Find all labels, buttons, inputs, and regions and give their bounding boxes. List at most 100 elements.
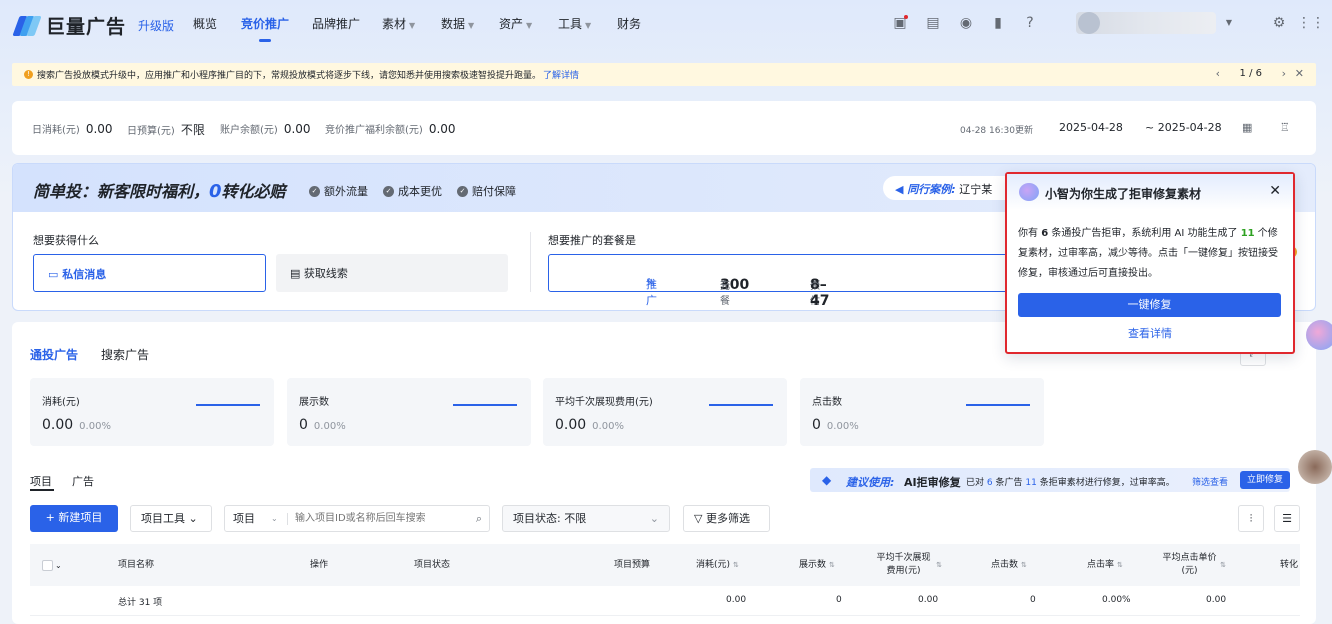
- logo-icon: [12, 15, 42, 37]
- nav-materials-label: 素材: [382, 17, 407, 31]
- nav-materials[interactable]: 素材 ▼: [382, 15, 415, 32]
- clipboard-icon[interactable]: ▤: [924, 14, 942, 32]
- service-avatar-icon[interactable]: [1298, 450, 1332, 484]
- metric-clicks[interactable]: 点击数 0 0.00%: [800, 378, 1044, 446]
- metric-cpm[interactable]: 平均千次展现费用(元) 0.00 0.00%: [543, 378, 787, 446]
- subtab-ads[interactable]: 广告: [72, 473, 94, 489]
- metric-percent: 0.00%: [592, 421, 624, 432]
- th-budget: 项目预算: [614, 559, 651, 570]
- edit-icon[interactable]: ✎: [646, 276, 655, 289]
- message-icon: ▭: [48, 268, 63, 281]
- benefit-label: 赔付保障: [472, 185, 516, 198]
- th-impressions[interactable]: 展示数 ⇅: [799, 544, 835, 586]
- help-icon[interactable]: ?: [1021, 14, 1039, 32]
- chevron-down-icon: ▼: [585, 21, 592, 30]
- robot-icon[interactable]: ♖: [1280, 121, 1290, 134]
- more-filters-button[interactable]: ▽ 更多筛选: [683, 505, 770, 532]
- new-project-button[interactable]: + 新建项目: [30, 505, 118, 532]
- nav-overview[interactable]: 概览: [193, 15, 217, 32]
- stat-label: 竞价推广福利余额(元): [325, 125, 423, 136]
- nav-tools[interactable]: 工具 ▼: [558, 15, 591, 32]
- sparkline: [709, 404, 773, 406]
- chevron-down-icon[interactable]: ▼: [1220, 14, 1238, 32]
- goal-option-private-message[interactable]: ▭ 私信消息: [33, 254, 266, 292]
- calendar-icon[interactable]: ▦: [1242, 121, 1252, 134]
- close-icon[interactable]: ✕: [1269, 183, 1281, 199]
- suggest-count-ads: 6: [986, 478, 993, 488]
- date-from[interactable]: 2025-04-28: [1059, 121, 1123, 134]
- column-settings-icon[interactable]: ⫶: [1238, 505, 1264, 532]
- prev-icon[interactable]: ‹: [1216, 67, 1220, 80]
- adjust-icon[interactable]: ☰: [1274, 505, 1300, 532]
- status-value: 不限: [564, 512, 587, 525]
- fix-now-button[interactable]: 立即修复: [1240, 471, 1290, 489]
- promo-title-suffix: 转化必赔: [221, 182, 286, 201]
- nav-data[interactable]: 数据 ▼: [441, 15, 474, 32]
- metric-value: 0.00 0.00%: [555, 417, 624, 433]
- tab-search-ads[interactable]: 搜索广告: [101, 346, 149, 363]
- metric-impressions[interactable]: 展示数 0 0.00%: [287, 378, 531, 446]
- app-grid-icon[interactable]: ⋮⋮: [1297, 14, 1325, 32]
- metric-cost[interactable]: 消耗(元) 0.00 0.00%: [30, 378, 274, 446]
- tab-general-ads[interactable]: 通投广告: [30, 346, 78, 363]
- popup-body-text: 条通投广告拒审，系统利用 AI 功能生成了: [1051, 228, 1238, 239]
- select-all-checkbox[interactable]: ⌄: [42, 544, 62, 586]
- th-cpm[interactable]: 平均千次展现费用(元) ⇅: [874, 544, 942, 586]
- edition-badge[interactable]: 升级版: [138, 17, 174, 34]
- notice-learn-more-link[interactable]: 了解详情: [543, 68, 579, 81]
- stat-value: 0.00: [85, 122, 113, 136]
- metric-percent: 0.00%: [79, 421, 111, 432]
- metric-value: 0 0.00%: [299, 417, 346, 433]
- th-clicks-label: 点击数: [991, 559, 1019, 570]
- filter-view-link[interactable]: 筛选查看: [1192, 475, 1228, 488]
- th-cpc[interactable]: 平均点击单价(元) ⇅: [1162, 544, 1226, 586]
- project-tools-dropdown[interactable]: 项目工具 ⌄: [130, 505, 212, 532]
- bell-icon[interactable]: ◉: [957, 14, 975, 32]
- th-ctr[interactable]: 点击率 ⇅: [1087, 544, 1123, 586]
- project-status-select[interactable]: 项目状态: 不限 ⌄: [502, 505, 670, 532]
- total-cost: 0.00: [726, 595, 747, 605]
- subtab-projects[interactable]: 项目: [30, 473, 52, 489]
- th-cost-label: 消耗(元): [696, 559, 731, 570]
- check-icon: ✓: [383, 185, 394, 197]
- search-icon[interactable]: ⌕: [476, 506, 482, 531]
- settings-gear-icon[interactable]: ⚙: [1270, 14, 1288, 32]
- date-to[interactable]: ~ 2025-04-28: [1145, 121, 1222, 134]
- package-question: 想要推广的套餐是: [548, 234, 636, 247]
- chevron-down-icon: ▼: [409, 21, 416, 30]
- update-time-value: 04-28 16:30: [960, 126, 1015, 136]
- metric-label: 平均千次展现费用(元): [555, 397, 653, 408]
- goal-question: 想要获得什么: [33, 234, 99, 247]
- gift-icon[interactable]: ▣: [891, 14, 909, 32]
- nav-bidding-promotion[interactable]: 竞价推广: [241, 15, 289, 42]
- nav-assets[interactable]: 资产 ▼: [499, 15, 532, 32]
- popup-body: 你有 6 条通投广告拒审，系统利用 AI 功能生成了 11 个修复素材，过审率高…: [1018, 224, 1284, 284]
- popup-count-ads: 6: [1041, 228, 1049, 239]
- check-icon: ✓: [309, 185, 320, 197]
- goal-option-leads[interactable]: ▤ 获取线索: [276, 254, 508, 292]
- th-clicks[interactable]: 点击数 ⇅: [991, 544, 1027, 586]
- th-cpc-label: 平均点击单价(元): [1162, 553, 1217, 576]
- assistant-float-icon[interactable]: [1306, 320, 1332, 350]
- nav-assets-label: 资产: [499, 17, 524, 31]
- chevron-down-icon[interactable]: ⌄: [271, 506, 278, 531]
- brand-logo[interactable]: 巨量广告 升级版: [12, 12, 174, 39]
- search-input[interactable]: [295, 508, 465, 529]
- brand-name: 巨量广告: [46, 16, 127, 38]
- th-cost[interactable]: 消耗(元) ⇅: [696, 544, 739, 586]
- suggest-count-materials: 11: [1025, 478, 1037, 488]
- book-icon[interactable]: ▮: [989, 14, 1007, 32]
- next-icon[interactable]: ›: [1282, 67, 1286, 80]
- view-details-link[interactable]: 查看详情: [1007, 325, 1293, 341]
- search-scope-select[interactable]: 项目: [233, 506, 255, 531]
- stat-value: 0.00: [428, 122, 456, 136]
- total-label: 总计 31 项: [118, 598, 163, 608]
- more-filters-label: 更多筛选: [705, 512, 750, 525]
- nav-brand-promotion[interactable]: 品牌推广: [312, 15, 360, 32]
- one-click-fix-button[interactable]: 一键修复: [1018, 293, 1281, 317]
- campaign-main-card: 通投广告 搜索广告 消耗(元) 0.00 0.00% 展示数 0 0.00% 平均千…: [12, 322, 1316, 624]
- promo-title-prefix: 简单投：新客限时福利，: [33, 182, 210, 201]
- nav-finance[interactable]: 财务: [617, 15, 641, 32]
- close-icon[interactable]: ✕: [1295, 67, 1304, 80]
- diamond-icon: ◆: [822, 473, 832, 487]
